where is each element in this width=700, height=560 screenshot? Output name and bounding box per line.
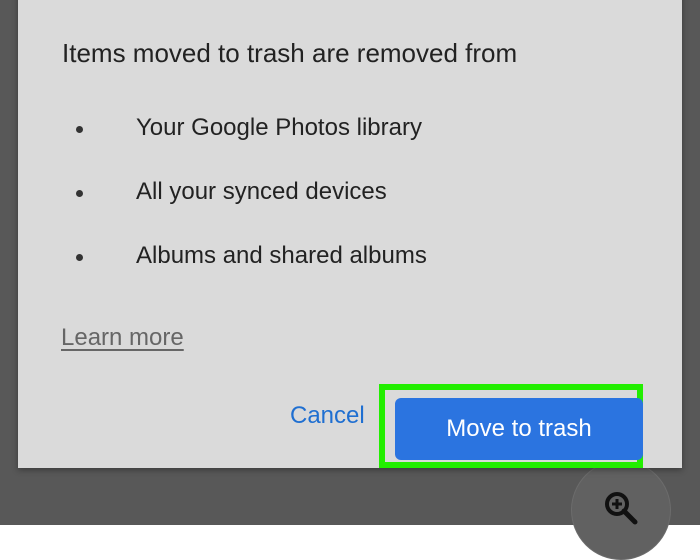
zoom-in-icon[interactable] xyxy=(601,488,641,528)
cancel-button[interactable]: Cancel xyxy=(290,402,365,430)
dialog-title: Items moved to trash are removed from xyxy=(62,38,518,68)
list-item: All your synced devices xyxy=(18,176,618,216)
bullet-icon xyxy=(76,126,83,133)
bullet-icon xyxy=(76,190,83,197)
list-item-label: All your synced devices xyxy=(136,178,387,205)
bullet-icon xyxy=(76,254,83,261)
list-item: Your Google Photos library xyxy=(18,112,618,152)
list-item-label: Albums and shared albums xyxy=(136,242,427,269)
list-item: Albums and shared albums xyxy=(18,240,618,280)
list-item-label: Your Google Photos library xyxy=(136,114,422,141)
move-to-trash-button[interactable]: Move to trash xyxy=(395,398,643,460)
learn-more-link[interactable]: Learn more xyxy=(61,324,184,352)
